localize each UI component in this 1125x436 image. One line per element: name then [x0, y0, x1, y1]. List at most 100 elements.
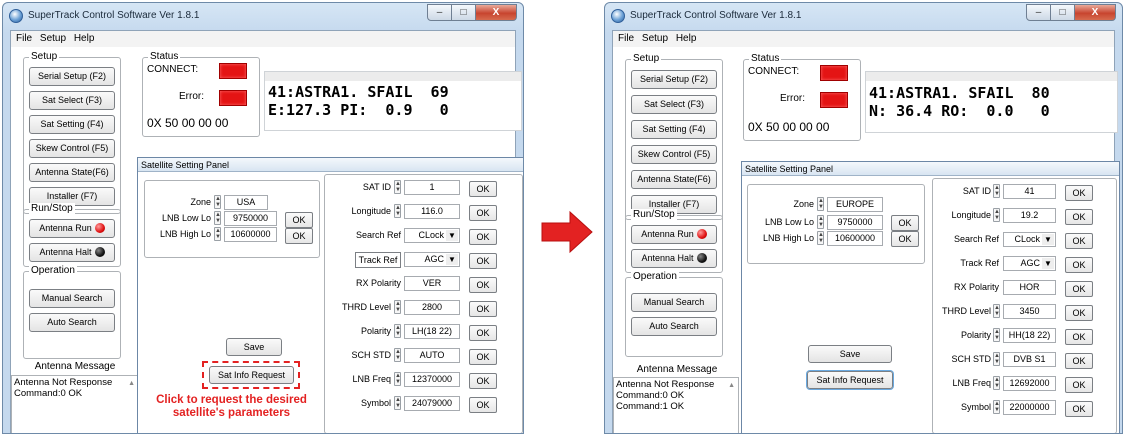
sat-info-request-button[interactable]: Sat Info Request	[807, 371, 893, 389]
lnb-high-field[interactable]: 10600000	[827, 231, 883, 246]
lnb-freq-spinner[interactable]: ▲ ▼	[993, 376, 1000, 390]
zone-field[interactable]: EUROPE	[827, 197, 883, 212]
longitude-field[interactable]: 19.2	[1003, 208, 1056, 223]
sat-id-ok-button[interactable]: OK	[1065, 185, 1093, 201]
sch-std-field[interactable]: AUTO	[404, 348, 460, 363]
rx-polarity-ok-button[interactable]: OK	[1065, 281, 1093, 297]
minimize-button[interactable]: –	[427, 4, 452, 21]
skew-control-button[interactable]: Skew Control (F5)	[631, 145, 717, 164]
zone-spinner[interactable]: ▲ ▼	[214, 195, 221, 209]
scroll-up-icon[interactable]: ▲	[128, 378, 135, 389]
zone-spinner[interactable]: ▲ ▼	[817, 197, 824, 211]
search-ref-ok-button[interactable]: OK	[1065, 233, 1093, 249]
antenna-state-button[interactable]: Antenna State(F6)	[29, 163, 115, 182]
longitude-field[interactable]: 116.0	[404, 204, 460, 219]
symbol-field[interactable]: 22000000	[1003, 400, 1056, 415]
sch-std-spinner[interactable]: ▲ ▼	[993, 352, 1000, 366]
polarity-field[interactable]: HH(18 22)	[1003, 328, 1056, 343]
polarity-ok-button[interactable]: OK	[469, 325, 497, 341]
rx-polarity-ok-button[interactable]: OK	[469, 277, 497, 293]
symbol-field[interactable]: 24079000	[404, 396, 460, 411]
close-button[interactable]: X	[1074, 4, 1116, 21]
track-ref-dropdown[interactable]: AGC ▼	[1003, 256, 1056, 271]
antenna-run-button[interactable]: Antenna Run	[631, 225, 717, 244]
dropdown-arrow-icon[interactable]: ▼	[1042, 234, 1054, 245]
save-button[interactable]: Save	[808, 345, 892, 363]
antenna-state-button[interactable]: Antenna State(F6)	[631, 170, 717, 189]
lnb-freq-spinner[interactable]: ▲ ▼	[394, 372, 401, 386]
search-ref-ok-button[interactable]: OK	[469, 229, 497, 245]
close-button[interactable]: X	[475, 4, 517, 21]
lnb-freq-ok-button[interactable]: OK	[1065, 377, 1093, 393]
lnb-high-field[interactable]: 10600000	[224, 227, 277, 242]
sat-setting-button[interactable]: Sat Setting (F4)	[631, 120, 717, 139]
antenna-halt-button[interactable]: Antenna Halt	[631, 249, 717, 268]
manual-search-button[interactable]: Manual Search	[631, 293, 717, 312]
longitude-ok-button[interactable]: OK	[1065, 209, 1093, 225]
symbol-ok-button[interactable]: OK	[469, 397, 497, 413]
lnb-high-ok-button[interactable]: OK	[891, 231, 919, 247]
sat-setting-button[interactable]: Sat Setting (F4)	[29, 115, 115, 134]
rx-polarity-field[interactable]: VER	[404, 276, 460, 291]
antenna-run-button[interactable]: Antenna Run	[29, 219, 115, 238]
symbol-ok-button[interactable]: OK	[1065, 401, 1093, 417]
dropdown-arrow-icon[interactable]: ▼	[1042, 258, 1054, 269]
lnb-high-spinner[interactable]: ▲ ▼	[214, 227, 221, 241]
sch-std-ok-button[interactable]: OK	[469, 349, 497, 365]
menu-help[interactable]: Help	[676, 31, 697, 47]
search-ref-dropdown[interactable]: CLock ▼	[1003, 232, 1056, 247]
menu-file[interactable]: File	[16, 31, 32, 47]
zone-field[interactable]: USA	[224, 195, 268, 210]
maximize-button[interactable]: □	[1050, 4, 1075, 21]
track-ref-ok-button[interactable]: OK	[1065, 257, 1093, 273]
lnb-low-field[interactable]: 9750000	[224, 211, 277, 226]
lnb-high-spinner[interactable]: ▲ ▼	[817, 231, 824, 245]
thrd-level-field[interactable]: 2800	[404, 300, 460, 315]
sat-info-request-button[interactable]: Sat Info Request	[209, 366, 294, 384]
sch-std-field[interactable]: DVB S1	[1003, 352, 1056, 367]
dropdown-arrow-icon[interactable]: ▼	[446, 230, 458, 241]
thrd-level-ok-button[interactable]: OK	[469, 301, 497, 317]
skew-control-button[interactable]: Skew Control (F5)	[29, 139, 115, 158]
sch-std-ok-button[interactable]: OK	[1065, 353, 1093, 369]
scroll-up-icon[interactable]: ▲	[728, 380, 735, 391]
lnb-low-field[interactable]: 9750000	[827, 215, 883, 230]
symbol-spinner[interactable]: ▲ ▼	[394, 396, 401, 410]
thrd-level-ok-button[interactable]: OK	[1065, 305, 1093, 321]
lnb-low-ok-button[interactable]: OK	[285, 212, 313, 228]
sat-id-field[interactable]: 41	[1003, 184, 1056, 199]
lnb-low-ok-button[interactable]: OK	[891, 215, 919, 231]
serial-setup-button[interactable]: Serial Setup (F2)	[29, 67, 115, 86]
lnb-high-ok-button[interactable]: OK	[285, 228, 313, 244]
thrd-level-spinner[interactable]: ▲ ▼	[394, 300, 401, 314]
dropdown-arrow-icon[interactable]: ▼	[446, 254, 458, 265]
lnb-freq-field[interactable]: 12692000	[1003, 376, 1056, 391]
symbol-spinner[interactable]: ▲ ▼	[993, 400, 1000, 414]
rx-polarity-field[interactable]: HOR	[1003, 280, 1056, 295]
sat-id-field[interactable]: 1	[404, 180, 460, 195]
track-ref-dropdown[interactable]: AGC ▼	[404, 252, 460, 267]
thrd-level-spinner[interactable]: ▲ ▼	[993, 304, 1000, 318]
manual-search-button[interactable]: Manual Search	[29, 289, 115, 308]
menu-setup[interactable]: Setup	[40, 31, 66, 47]
polarity-spinner[interactable]: ▲ ▼	[394, 324, 401, 338]
longitude-spinner[interactable]: ▲ ▼	[394, 204, 401, 218]
menu-file[interactable]: File	[618, 31, 634, 47]
polarity-ok-button[interactable]: OK	[1065, 329, 1093, 345]
sch-std-spinner[interactable]: ▲ ▼	[394, 348, 401, 362]
menu-help[interactable]: Help	[74, 31, 95, 47]
lnb-freq-ok-button[interactable]: OK	[469, 373, 497, 389]
minimize-button[interactable]: –	[1026, 4, 1051, 21]
auto-search-button[interactable]: Auto Search	[631, 317, 717, 336]
lnb-freq-field[interactable]: 12370000	[404, 372, 460, 387]
auto-search-button[interactable]: Auto Search	[29, 313, 115, 332]
sat-id-spinner[interactable]: ▲ ▼	[993, 184, 1000, 198]
antenna-halt-button[interactable]: Antenna Halt	[29, 243, 115, 262]
sat-id-spinner[interactable]: ▲ ▼	[394, 180, 401, 194]
lnb-low-spinner[interactable]: ▲ ▼	[817, 215, 824, 229]
search-ref-dropdown[interactable]: CLock ▼	[404, 228, 460, 243]
polarity-field[interactable]: LH(18 22)	[404, 324, 460, 339]
longitude-spinner[interactable]: ▲ ▼	[993, 208, 1000, 222]
polarity-spinner[interactable]: ▲ ▼	[993, 328, 1000, 342]
serial-setup-button[interactable]: Serial Setup (F2)	[631, 70, 717, 89]
